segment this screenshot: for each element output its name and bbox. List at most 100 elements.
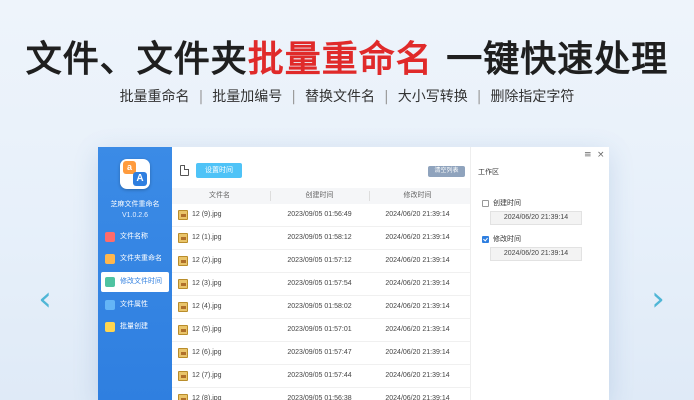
feature-separator: |	[198, 89, 204, 105]
file-icon	[105, 300, 115, 310]
sidebar-item-modify-time[interactable]: 修改文件时间	[101, 272, 169, 292]
modified-time: 2024/06/20 21:39:14	[385, 372, 450, 379]
table-row[interactable]: 12 (4).jpg 2023/09/05 01:58:02 2024/06/20 …	[172, 296, 470, 319]
rename-icon	[105, 232, 115, 242]
modify-time-checkbox[interactable]	[482, 236, 489, 243]
image-file-icon	[178, 371, 188, 381]
create-time-label: 创建时间	[493, 200, 521, 207]
file-name: 12 (8).jpg	[192, 395, 222, 400]
feature-item: 批量加编号	[212, 89, 283, 105]
file-name: 12 (9).jpg	[192, 211, 222, 218]
table-row[interactable]: 12 (6).jpg 2023/09/05 01:57:47 2024/06/20 …	[172, 342, 470, 365]
panel-title: 工作区	[478, 169, 499, 176]
sidebar-item-batch-create[interactable]: 批量创建	[101, 317, 169, 337]
app-logo-icon: a A	[120, 159, 150, 189]
modified-time: 2024/06/20 21:39:14	[385, 303, 450, 310]
file-name: 12 (1).jpg	[192, 234, 222, 241]
modified-time: 2024/06/20 21:39:14	[385, 326, 450, 333]
created-time: 2023/09/05 01:56:49	[287, 211, 352, 218]
table-row[interactable]: 12 (9).jpg 2023/09/05 01:56:49 2024/06/20 …	[172, 204, 470, 227]
close-icon[interactable]: ×	[597, 150, 605, 160]
logo-letter-b: A	[133, 172, 147, 186]
sidebar-item-label: 修改文件时间	[120, 278, 162, 285]
created-time: 2023/09/05 01:57:54	[287, 280, 352, 287]
sidebar-item-folder-rename[interactable]: 文件夹重命名	[101, 249, 169, 269]
image-file-icon	[178, 302, 188, 312]
created-time: 2023/09/05 01:58:12	[287, 234, 352, 241]
file-name: 12 (4).jpg	[192, 303, 222, 310]
modified-time: 2024/06/20 21:39:14	[385, 280, 450, 287]
created-time: 2023/09/05 01:57:01	[287, 326, 352, 333]
clock-icon	[105, 277, 115, 287]
sidebar-item-label: 文件夹重命名	[120, 255, 162, 262]
hero-title-pre: 文件、文件夹	[25, 39, 248, 80]
sidebar-item-label: 文件名称	[120, 233, 148, 240]
image-file-icon	[178, 394, 188, 400]
table-row[interactable]: 12 (1).jpg 2023/09/05 01:58:12 2024/06/20 …	[172, 227, 470, 250]
created-time: 2023/09/05 01:58:02	[287, 303, 352, 310]
feature-separator: |	[384, 89, 389, 105]
created-time: 2023/09/05 01:57:12	[287, 257, 352, 264]
modified-time: 2024/06/20 21:39:14	[385, 257, 450, 264]
app-version: V1.0.2.6	[121, 212, 149, 219]
sidebar-item-file-attributes[interactable]: 文件属性	[101, 295, 169, 315]
sidebar-item-file-name[interactable]: 文件名称	[101, 227, 169, 247]
column-header-modified[interactable]: 修改时间	[370, 188, 465, 204]
hero-title-post: 一键快速处理	[432, 39, 669, 80]
create-time-field[interactable]: 2024/06/20 21:39:14	[490, 211, 582, 225]
set-time-button[interactable]: 设置时间	[196, 163, 242, 178]
table-header: 文件名 创建时间 修改时间	[172, 188, 470, 204]
sidebar-item-label: 批量创建	[120, 323, 148, 330]
modified-time: 2024/06/20 21:39:14	[385, 395, 450, 400]
image-file-icon	[178, 210, 188, 220]
add-file-icon[interactable]	[180, 165, 189, 176]
modified-time: 2024/06/20 21:39:14	[385, 234, 450, 241]
image-file-icon	[178, 325, 188, 335]
image-file-icon	[178, 256, 188, 266]
file-name: 12 (3).jpg	[192, 280, 222, 287]
create-time-checkbox[interactable]	[482, 200, 489, 207]
modify-time-field[interactable]: 2024/06/20 21:39:14	[490, 247, 582, 261]
menu-icon[interactable]: ≡	[584, 150, 592, 160]
image-file-icon	[178, 348, 188, 358]
file-name: 12 (7).jpg	[192, 372, 222, 379]
workspace-panel: ≡ × 工作区 创建时间 2024/06/20 21:39:14 修改时间 20…	[470, 147, 609, 400]
hero-title: 文件、文件夹批量重命名 一键快速处理	[0, 30, 694, 82]
feature-separator: |	[291, 89, 296, 105]
file-name: 12 (6).jpg	[192, 349, 222, 356]
plus-icon	[105, 322, 115, 332]
sidebar: a A 芝麻文件重命名 V1.0.2.6 文件名称 文件夹重命名 修改文件时间 …	[98, 147, 172, 400]
hero-title-highlight: 批量重命名	[247, 39, 433, 80]
next-arrow-icon[interactable]: ›	[648, 282, 668, 316]
modified-time: 2024/06/20 21:39:14	[385, 211, 450, 218]
table-row[interactable]: 12 (8).jpg 2023/09/05 01:56:38 2024/06/20 …	[172, 388, 470, 400]
prev-arrow-icon[interactable]: ‹	[35, 282, 55, 316]
feature-separator: |	[476, 89, 482, 105]
image-file-icon	[178, 279, 188, 289]
feature-item: 替换文件名	[305, 89, 375, 105]
feature-item: 大小写转换	[397, 89, 468, 105]
main-area: 设置时间 清空列表 文件名 创建时间 修改时间 12 (9).jpg 2023/0…	[172, 147, 470, 400]
table-row[interactable]: 12 (7).jpg 2023/09/05 01:57:44 2024/06/20 …	[172, 365, 470, 388]
table-row[interactable]: 12 (3).jpg 2023/09/05 01:57:54 2024/06/20 …	[172, 273, 470, 296]
file-name: 12 (5).jpg	[192, 326, 222, 333]
sidebar-item-label: 文件属性	[120, 301, 148, 308]
file-name: 12 (2).jpg	[192, 257, 222, 264]
clear-list-button[interactable]: 清空列表	[428, 166, 465, 177]
modified-time: 2024/06/20 21:39:14	[385, 349, 450, 356]
app-name: 芝麻文件重命名	[110, 201, 160, 208]
app-window: a A 芝麻文件重命名 V1.0.2.6 文件名称 文件夹重命名 修改文件时间 …	[98, 147, 609, 400]
table-row[interactable]: 12 (5).jpg 2023/09/05 01:57:01 2024/06/20 …	[172, 319, 470, 342]
image-file-icon	[178, 233, 188, 243]
column-header-filename[interactable]: 文件名	[177, 188, 262, 204]
table-row[interactable]: 12 (2).jpg 2023/09/05 01:57:12 2024/06/20 …	[172, 250, 470, 273]
created-time: 2023/09/05 01:57:47	[287, 349, 352, 356]
toolbar: 设置时间 清空列表	[172, 147, 470, 187]
folder-icon	[105, 254, 115, 264]
modify-time-label: 修改时间	[493, 236, 521, 243]
column-divider	[270, 191, 271, 201]
column-header-created[interactable]: 创建时间	[272, 188, 367, 204]
feature-item: 批量重命名	[119, 89, 190, 105]
created-time: 2023/09/05 01:56:38	[287, 395, 352, 400]
file-list: 12 (9).jpg 2023/09/05 01:56:49 2024/06/20 …	[172, 204, 470, 400]
